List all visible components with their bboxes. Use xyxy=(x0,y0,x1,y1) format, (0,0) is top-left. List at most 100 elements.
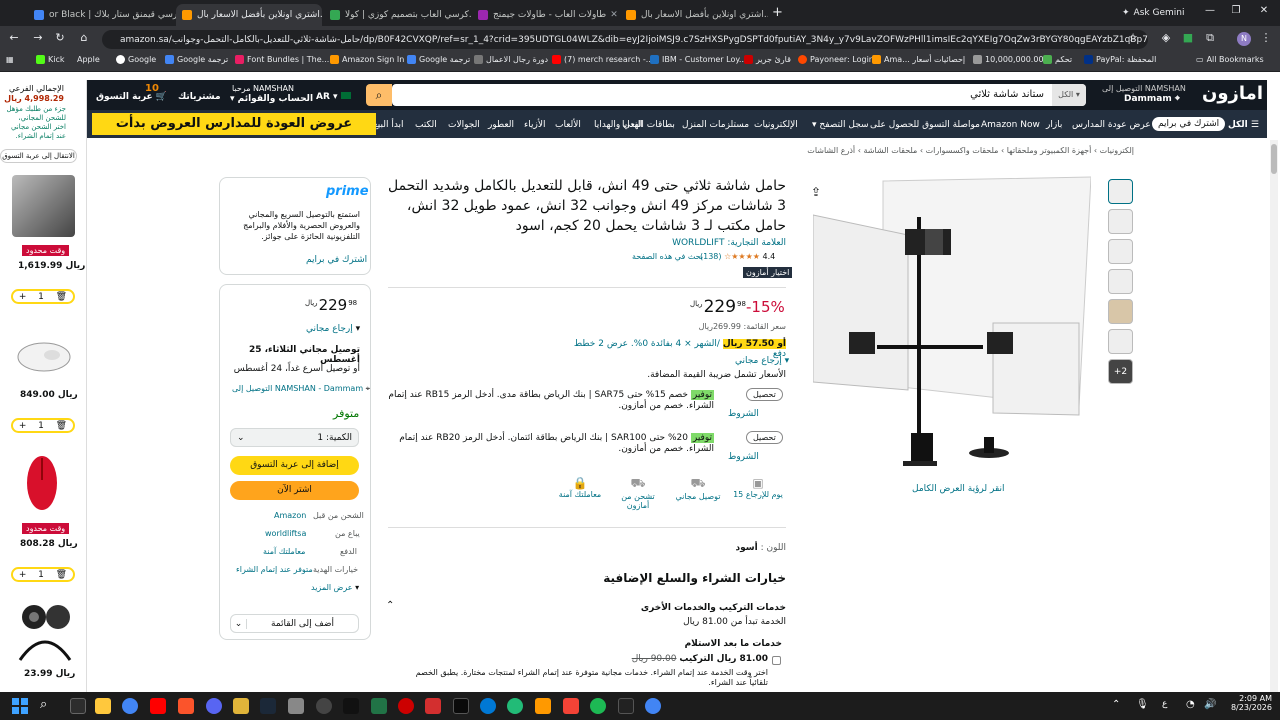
free-returns-link[interactable]: إرجاع مجاني ▾ xyxy=(735,356,789,366)
quantity-dropdown[interactable]: ⌄ الكمية: 1 xyxy=(230,428,359,447)
collect-coupon-button[interactable]: تحصيل xyxy=(746,431,783,444)
offer-terms-link[interactable]: الشروط xyxy=(728,452,759,462)
ask-gemini-button[interactable]: ✦ Ask Gemini xyxy=(1116,4,1190,22)
browser-tab-5[interactable]: اشتري اونلاين بأفضل الاسعار بال...✕ xyxy=(620,4,768,26)
image-thumbnail[interactable] xyxy=(1108,209,1133,234)
cart-item-chair-image[interactable] xyxy=(12,175,75,237)
browser-tab-3[interactable]: كرسي العاب بتصميم كوزي | كولا...✕ xyxy=(324,4,472,26)
youtube-icon[interactable] xyxy=(150,698,166,714)
more-images-thumbnail[interactable]: +2 xyxy=(1108,359,1133,384)
github-icon[interactable] xyxy=(316,698,332,714)
back-icon[interactable]: ← xyxy=(6,31,22,44)
bookmark-google-translate-2[interactable]: Google ترجمة xyxy=(407,55,470,64)
amazon-logo[interactable]: امازون xyxy=(1202,83,1263,104)
nav-prime[interactable]: اشترك في برايم xyxy=(1152,117,1226,131)
deliver-to-label[interactable]: التوصيل إلى NAMSHAN xyxy=(1102,84,1186,93)
nav-gifts[interactable]: النعي والهدايا xyxy=(594,120,643,130)
quantity-stepper[interactable]: +1 🗑 xyxy=(11,567,75,582)
app-icon[interactable] xyxy=(288,698,304,714)
edge-icon[interactable] xyxy=(480,698,496,714)
minimize-icon[interactable]: — xyxy=(1200,5,1220,16)
account-lists[interactable]: ▾ الحساب والقوائم xyxy=(230,94,313,104)
bookmark-10m[interactable]: 10,000,000.00 xyxy=(973,55,1044,64)
extensions-puzzle-icon[interactable]: ⧉ xyxy=(1202,31,1218,45)
windows-start-icon[interactable] xyxy=(12,698,28,714)
plus-icon[interactable]: + xyxy=(19,570,27,580)
quantity-stepper[interactable]: +1 🗑 xyxy=(11,289,75,304)
profile-avatar[interactable]: N xyxy=(1237,32,1251,46)
bookmark-apple[interactable]: Apple xyxy=(74,55,100,64)
install-checkbox[interactable] xyxy=(772,656,781,665)
nav-perfume[interactable]: العطور xyxy=(488,120,514,130)
page-scrollbar[interactable] xyxy=(1270,140,1278,692)
account-greeting[interactable]: مرحبا NAMSHAN xyxy=(232,84,294,93)
cart-item-red-mouse-image[interactable] xyxy=(22,452,62,514)
back-to-school-banner[interactable]: عروض العودة للمدارس العروض بدأت xyxy=(92,113,376,135)
language-indicator[interactable]: ع xyxy=(1162,699,1167,709)
chevron-up-icon[interactable]: ⌃ xyxy=(1112,699,1120,710)
nav-books[interactable]: الكتب xyxy=(415,120,437,130)
offer-terms-link[interactable]: الشروط xyxy=(728,409,759,419)
app-icon[interactable] xyxy=(507,698,523,714)
nav-mobiles[interactable]: الجوالات xyxy=(448,120,480,130)
feature-returns[interactable]: ▣ 15 يوم للإرجاع xyxy=(733,476,783,499)
nav-history[interactable]: ▾ سجل التصفح xyxy=(812,120,869,130)
nav-back-to-school[interactable]: عرض عودة المدارس xyxy=(1072,120,1151,130)
brave-icon[interactable] xyxy=(178,698,194,714)
forward-icon[interactable]: → xyxy=(30,31,46,44)
nav-continue-shopping[interactable]: مواصلة التسوق للحصول على xyxy=(870,120,980,130)
image-thumbnail[interactable] xyxy=(1108,179,1133,204)
bookmark-control[interactable]: تحكم xyxy=(1043,55,1072,64)
nav-home[interactable]: مستلزمات المنزل xyxy=(682,120,749,130)
see-more-link[interactable]: عرض المزيد ▾ xyxy=(311,583,359,592)
browser-tab-active[interactable]: اشتري اونلاين بأفضل الاسعار بال...✕ xyxy=(176,4,322,26)
app-icon[interactable] xyxy=(398,698,414,714)
app-icon[interactable] xyxy=(563,698,579,714)
chevron-up-icon[interactable]: ⌃ xyxy=(386,600,394,611)
nav-fashion[interactable]: الأزياء xyxy=(524,120,545,130)
image-thumbnail[interactable] xyxy=(1108,239,1133,264)
secure-transaction-link[interactable]: معاملتك آمنة xyxy=(263,547,305,556)
bookmark-ibm[interactable]: IBM - Customer Loy... xyxy=(650,55,747,64)
cart-item-headset-image[interactable] xyxy=(14,602,76,662)
extension-icon[interactable]: ◈ xyxy=(1158,31,1174,44)
app-icon[interactable] xyxy=(618,698,634,714)
volume-icon[interactable]: 🔊 xyxy=(1204,699,1216,710)
wifi-icon[interactable]: ◔ xyxy=(1186,699,1195,710)
bookmark-font-bundles[interactable]: Font Bundles | The... xyxy=(235,55,329,64)
close-window-icon[interactable]: ✕ xyxy=(1254,5,1274,16)
new-tab-button[interactable]: + xyxy=(772,5,783,20)
bookmark-kick[interactable]: Kick xyxy=(36,55,65,64)
bookmark-amazon-sign-in[interactable]: Amazon Sign In xyxy=(330,55,404,64)
trash-icon[interactable]: 🗑 xyxy=(56,570,67,580)
microphone-icon[interactable]: 🎙 xyxy=(1136,699,1149,710)
browser-tab-1[interactable]: or Black | كرسي قيمنق ستار بلاك✕ xyxy=(28,4,176,26)
chrome-icon[interactable] xyxy=(645,698,661,714)
trash-icon[interactable]: 🗑 xyxy=(56,421,67,431)
bookmark-merch-research[interactable]: (7) merch research -... xyxy=(552,55,653,64)
app-icon[interactable] xyxy=(535,698,551,714)
maximize-icon[interactable]: ❐ xyxy=(1226,5,1246,16)
nav-all[interactable]: الكل ☰ xyxy=(1228,120,1259,130)
ships-from-value[interactable]: Amazon xyxy=(274,511,306,520)
add-to-cart-button[interactable]: إضافة إلى عربة التسوق xyxy=(230,456,359,475)
nav-electronics[interactable]: الإلكترونيات xyxy=(754,120,798,130)
rating-summary[interactable]: 4.4 ★★★★☆ (138) xyxy=(700,252,775,261)
image-thumbnail[interactable] xyxy=(1108,299,1133,324)
install-option[interactable]: 81.00 ريال التركيب 90.00 ريال xyxy=(560,654,768,664)
chrome-icon[interactable] xyxy=(122,698,138,714)
image-thumbnail[interactable] xyxy=(1108,269,1133,294)
see-full-view-link[interactable]: انقر لرؤية العرض الكامل xyxy=(912,484,1005,494)
nav-bazaar[interactable]: بازار xyxy=(1046,120,1062,130)
bookmark-jarir-reader[interactable]: قارئ جرير xyxy=(744,55,791,64)
spotify-icon[interactable] xyxy=(590,698,606,714)
nav-amazon-now[interactable]: Amazon Now xyxy=(981,120,1040,130)
plus-icon[interactable]: + xyxy=(19,292,27,302)
search-category-select[interactable]: الكل ▾ xyxy=(1052,84,1086,106)
address-bar[interactable]: amazon.sa/حامل-شاشة-ثلاثي-للتعديل-بالكام… xyxy=(102,30,1148,49)
breadcrumb[interactable]: إلكترونيات › أجهزة الكمبيوتر وملحقاتها ›… xyxy=(760,146,1134,155)
join-prime-link[interactable]: اشترك في برايم xyxy=(306,255,367,265)
go-to-cart-button[interactable]: الانتقال إلى عربة التسوق xyxy=(0,149,77,163)
extension-icon[interactable]: ■ xyxy=(1180,31,1196,44)
reload-icon[interactable]: ↻ xyxy=(52,31,68,44)
